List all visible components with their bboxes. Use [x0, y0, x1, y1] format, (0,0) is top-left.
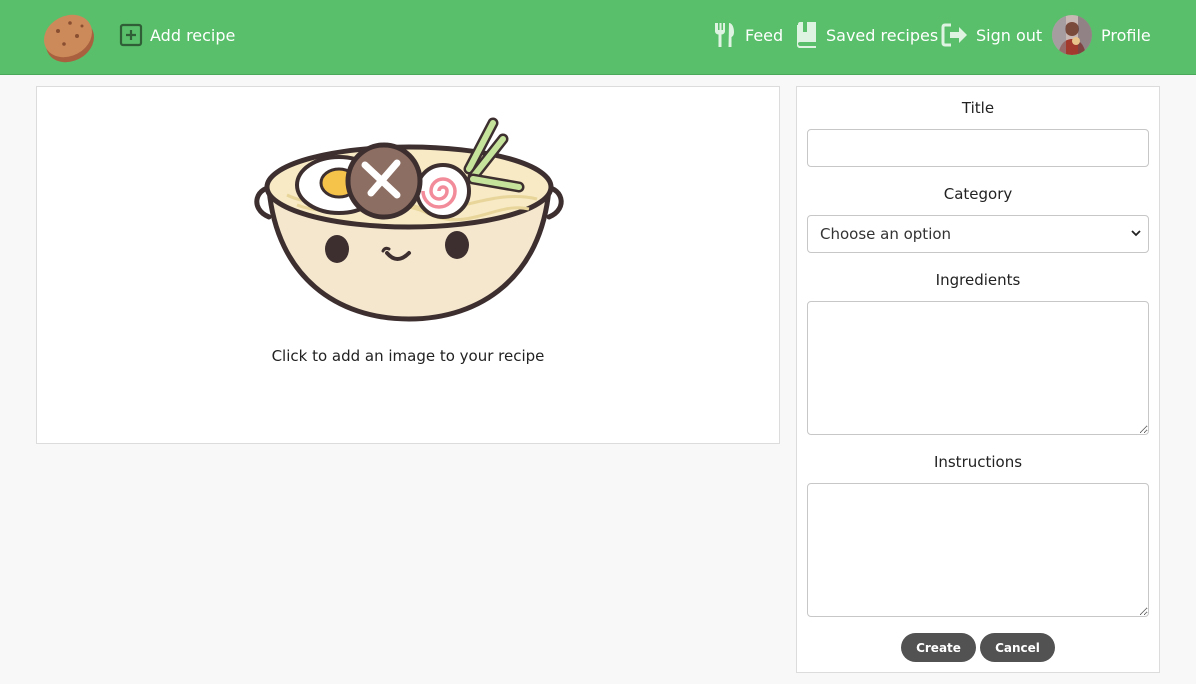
add-recipe-link[interactable]: Add recipe — [119, 0, 235, 70]
image-upload-area[interactable]: Click to add an image to your recipe — [36, 86, 780, 444]
saved-recipes-label: Saved recipes — [826, 25, 939, 45]
add-recipe-label: Add recipe — [150, 25, 236, 45]
category-select[interactable]: Choose an option — [807, 215, 1149, 253]
ramen-bowl-illustration — [254, 117, 564, 322]
avatar — [1052, 15, 1092, 55]
cancel-button[interactable]: Cancel — [980, 633, 1055, 662]
profile-label: Profile — [1101, 25, 1151, 45]
fork-knife-icon — [712, 21, 738, 49]
category-label: Category — [943, 185, 1013, 203]
navbar: Add recipe Feed Saved recipes Sign out P… — [0, 0, 1196, 75]
ingredients-label: Ingredients — [935, 271, 1021, 289]
title-label: Title — [961, 99, 995, 117]
potato-logo-icon[interactable] — [40, 9, 98, 63]
image-upload-caption: Click to add an image to your recipe — [271, 347, 545, 365]
feed-label: Feed — [745, 25, 784, 45]
plus-square-icon — [119, 23, 143, 47]
ingredients-textarea[interactable] — [807, 301, 1149, 435]
sign-out-icon — [941, 23, 969, 47]
sign-out-label: Sign out — [976, 25, 1043, 45]
feed-link[interactable]: Feed — [712, 0, 783, 70]
profile-link[interactable]: Profile — [1052, 0, 1151, 70]
saved-recipes-link[interactable]: Saved recipes — [795, 0, 938, 70]
create-button[interactable]: Create — [901, 633, 976, 662]
sign-out-link[interactable]: Sign out — [941, 0, 1042, 70]
recipe-form: Title Category Choose an option Ingredie… — [796, 86, 1160, 673]
instructions-label: Instructions — [933, 453, 1023, 471]
title-input[interactable] — [807, 129, 1149, 167]
book-icon — [795, 21, 819, 49]
instructions-textarea[interactable] — [807, 483, 1149, 617]
